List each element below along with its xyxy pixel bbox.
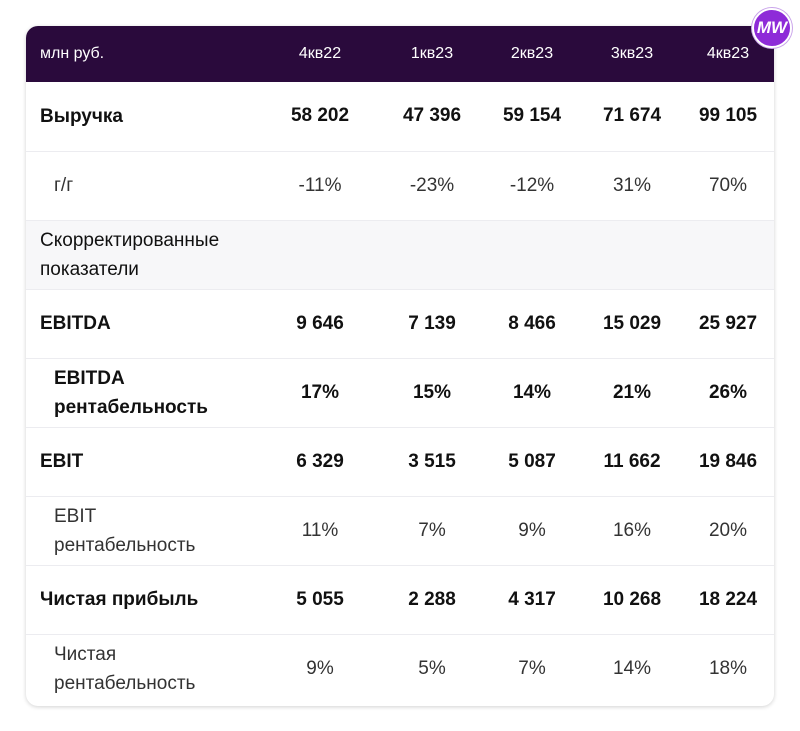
cell: -11% xyxy=(298,174,342,196)
cell: 4 317 xyxy=(508,588,556,610)
column-header: 3кв23 xyxy=(610,45,654,62)
cell xyxy=(582,220,682,289)
cell xyxy=(258,220,382,289)
cell: 7% xyxy=(418,519,446,541)
cell: 71 674 xyxy=(602,105,662,127)
cell: 7% xyxy=(518,657,546,679)
cell: 70% xyxy=(708,174,748,196)
financial-table-card: млн руб. 4кв22 1кв23 2кв23 3кв23 4кв23 В… xyxy=(26,26,774,706)
column-header: 1кв23 xyxy=(410,45,454,62)
cell: 9% xyxy=(306,657,334,679)
column-header: 2кв23 xyxy=(510,45,554,62)
row-label: Чистая рентабельность xyxy=(54,643,196,694)
cell: 2 288 xyxy=(408,588,456,610)
financial-table: млн руб. 4кв22 1кв23 2кв23 3кв23 4кв23 В… xyxy=(26,26,774,703)
cell: 9% xyxy=(518,519,546,541)
cell: 7 139 xyxy=(408,312,456,334)
cell: 16% xyxy=(612,519,652,541)
table-row-section-adjusted: Скорректированные показатели xyxy=(26,220,774,289)
table-row-revenue: Выручка 58 202 47 396 59 154 71 674 99 1… xyxy=(26,82,774,151)
cell: 14% xyxy=(512,381,552,403)
cell: 47 396 xyxy=(402,105,462,127)
table-row-ebit: EBIT 6 329 3 515 5 087 11 662 19 846 xyxy=(26,427,774,496)
row-label: EBIT xyxy=(40,451,84,472)
row-label: EBITDA xyxy=(40,313,111,334)
table-row-ebitda: EBITDA 9 646 7 139 8 466 15 029 25 927 xyxy=(26,289,774,358)
table-row-ebit-margin: EBIT рентабельность 11% 7% 9% 16% 20% xyxy=(26,496,774,565)
cell: 25 927 xyxy=(698,312,758,334)
cell: 9 646 xyxy=(296,312,344,334)
cell: 10 268 xyxy=(602,588,662,610)
row-label: EBIT рентабельность xyxy=(54,505,196,556)
cell: 14% xyxy=(612,657,652,679)
cell xyxy=(482,220,582,289)
row-label: г/г xyxy=(54,175,74,196)
cell: -12% xyxy=(509,174,555,196)
cell: 18% xyxy=(708,657,748,679)
cell: 5 087 xyxy=(508,450,556,472)
section-label: Скорректированные показатели xyxy=(40,229,220,280)
cell: 26% xyxy=(708,381,748,403)
cell: 20% xyxy=(708,519,748,541)
cell: 5 055 xyxy=(296,588,344,610)
table-row-ebitda-margin: EBITDA рентабельность 17% 15% 14% 21% 26… xyxy=(26,358,774,427)
cell: 21% xyxy=(612,381,652,403)
cell: 6 329 xyxy=(296,450,344,472)
cell: 8 466 xyxy=(508,312,556,334)
table-header-row: млн руб. 4кв22 1кв23 2кв23 3кв23 4кв23 xyxy=(26,26,774,82)
column-header: 4кв22 xyxy=(298,45,342,62)
cell: 58 202 xyxy=(290,105,350,127)
table-row-net-margin: Чистая рентабельность 9% 5% 7% 14% 18% xyxy=(26,634,774,703)
row-label: EBITDA рентабельность xyxy=(54,367,208,418)
cell: 3 515 xyxy=(408,450,456,472)
cell: 99 105 xyxy=(698,105,758,127)
cell: 17% xyxy=(300,381,340,403)
cell: 59 154 xyxy=(502,105,562,127)
table-row-net-income: Чистая прибыль 5 055 2 288 4 317 10 268 … xyxy=(26,565,774,634)
row-label: Выручка xyxy=(40,105,123,127)
row-label: Чистая прибыль xyxy=(40,589,199,610)
cell: 5% xyxy=(418,657,446,679)
cell: 31% xyxy=(612,174,652,196)
cell xyxy=(382,220,482,289)
cell: 19 846 xyxy=(698,450,758,472)
mw-logo-icon: MW xyxy=(752,8,792,48)
cell: 11% xyxy=(301,519,339,541)
cell: -23% xyxy=(409,174,455,196)
unit-header: млн руб. xyxy=(40,45,105,62)
cell: 18 224 xyxy=(698,588,758,610)
cell: 11 662 xyxy=(603,450,661,472)
table-row-yoy: г/г -11% -23% -12% 31% 70% xyxy=(26,151,774,220)
cell: 15% xyxy=(412,381,452,403)
cell: 15 029 xyxy=(602,312,662,334)
cell xyxy=(682,220,774,289)
